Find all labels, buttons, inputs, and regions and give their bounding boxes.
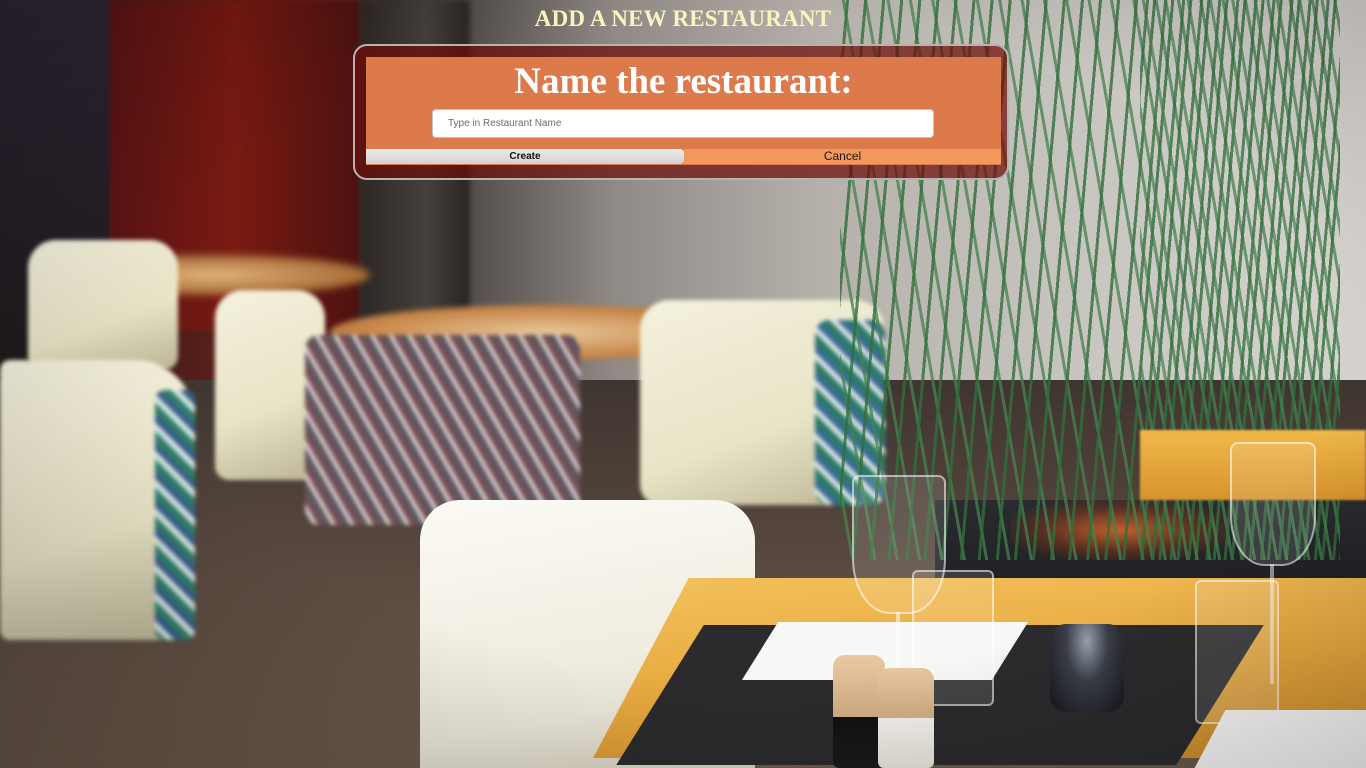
dialog-heading: Name the restaurant: — [514, 61, 853, 102]
dialog-panel: Name the restaurant: Create Cancel — [366, 57, 1001, 165]
new-restaurant-dialog: Name the restaurant: Create Cancel — [353, 44, 1009, 180]
page-title: ADD A NEW RESTAURANT — [534, 6, 832, 31]
dialog-button-row: Create Cancel — [366, 149, 1001, 164]
restaurant-name-input[interactable] — [432, 109, 934, 138]
create-button[interactable]: Create — [366, 149, 684, 164]
cancel-button[interactable]: Cancel — [684, 149, 1001, 164]
